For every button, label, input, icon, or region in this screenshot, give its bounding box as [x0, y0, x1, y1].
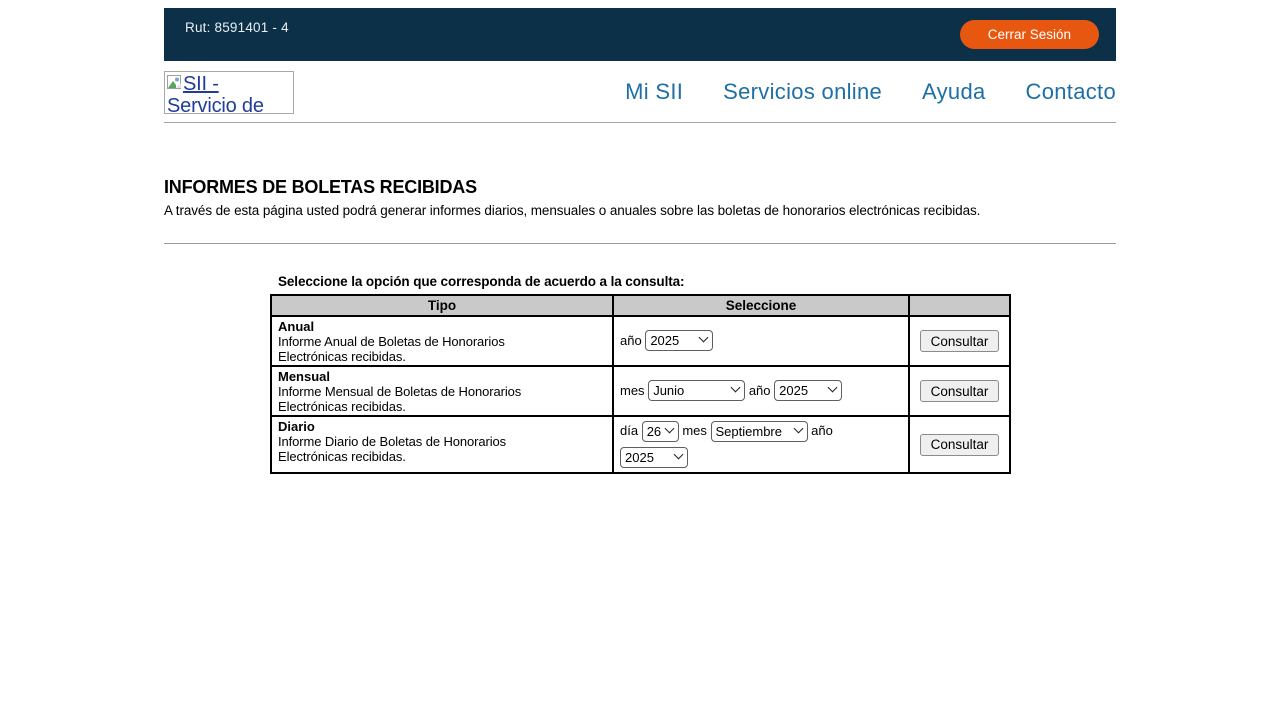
diario-day-label: día: [620, 423, 638, 438]
consulta-table: Tipo Seleccione Anual Informe Anual de B…: [270, 294, 1011, 474]
mensual-year-select[interactable]: 2025: [774, 380, 842, 401]
row-anual-type: Anual: [278, 319, 314, 334]
diario-month-select[interactable]: Septiembre: [711, 421, 808, 442]
nav-mi-sii[interactable]: Mi SII: [625, 79, 683, 105]
form-prompt: Seleccione la opción que corresponda de …: [278, 274, 1116, 289]
anual-year-label: año: [620, 333, 642, 348]
page-subtitle: A través de esta página usted podrá gene…: [164, 203, 1116, 218]
diario-consultar-button[interactable]: Consultar: [920, 434, 999, 456]
page-container: Rut: 8591401 - 4 Cerrar Sesión SII - Ser…: [164, 8, 1116, 474]
diario-year-select-wrap: 2025: [620, 445, 688, 471]
nav-contacto[interactable]: Contacto: [1026, 79, 1116, 105]
mensual-month-select[interactable]: Junio: [648, 380, 745, 401]
header-tipo: Tipo: [271, 295, 613, 316]
diario-day-select-wrap: 26: [642, 419, 679, 445]
site-header: SII - Servicio de Mi SII Servicios onlin…: [164, 61, 1116, 123]
consulta-form-area: Seleccione la opción que corresponda de …: [270, 274, 1116, 474]
table-row-diario: Diario Informe Diario de Boletas de Hono…: [271, 416, 1010, 473]
anual-year-select-wrap: 2025: [645, 328, 713, 354]
table-header-row: Tipo Seleccione: [271, 295, 1010, 316]
header-seleccione: Seleccione: [613, 295, 909, 316]
rut-label: Rut: 8591401 - 4: [185, 20, 289, 61]
sii-logo-alt-text: SII - Servicio de: [167, 73, 264, 114]
diario-month-label: mes: [682, 423, 707, 438]
mensual-consultar-button[interactable]: Consultar: [920, 380, 999, 402]
anual-year-select[interactable]: 2025: [645, 330, 713, 351]
row-diario-type: Diario: [278, 419, 315, 434]
row-diario-description: Informe Diario de Boletas de Honorarios …: [278, 434, 566, 464]
mensual-month-label: mes: [620, 383, 645, 398]
table-row-anual: Anual Informe Anual de Boletas de Honora…: [271, 316, 1010, 366]
nav-servicios-online[interactable]: Servicios online: [723, 79, 882, 105]
mensual-month-select-wrap: Junio: [648, 378, 745, 404]
mensual-year-select-wrap: 2025: [774, 378, 842, 404]
anual-consultar-button[interactable]: Consultar: [920, 330, 999, 352]
logout-button[interactable]: Cerrar Sesión: [960, 20, 1099, 49]
diario-year-label: año: [811, 423, 833, 438]
broken-image-icon: [167, 73, 182, 95]
nav-ayuda[interactable]: Ayuda: [922, 79, 985, 105]
page-title: INFORMES DE BOLETAS RECIBIDAS: [164, 177, 1116, 198]
section-divider: [164, 243, 1116, 244]
row-mensual-type: Mensual: [278, 369, 330, 384]
table-row-mensual: Mensual Informe Mensual de Boletas de Ho…: [271, 366, 1010, 416]
mensual-year-label: año: [749, 383, 771, 398]
session-topbar: Rut: 8591401 - 4 Cerrar Sesión: [164, 8, 1116, 61]
row-mensual-description: Informe Mensual de Boletas de Honorarios…: [278, 384, 566, 414]
diario-day-select[interactable]: 26: [642, 421, 679, 442]
header-empty: [909, 295, 1010, 316]
main-nav: Mi SII Servicios online Ayuda Contacto: [625, 79, 1116, 105]
row-anual-description: Informe Anual de Boletas de Honorarios E…: [278, 334, 566, 364]
sii-logo-broken-image[interactable]: SII - Servicio de: [164, 71, 294, 114]
diario-year-select[interactable]: 2025: [620, 447, 688, 468]
diario-month-select-wrap: Septiembre: [711, 419, 808, 445]
